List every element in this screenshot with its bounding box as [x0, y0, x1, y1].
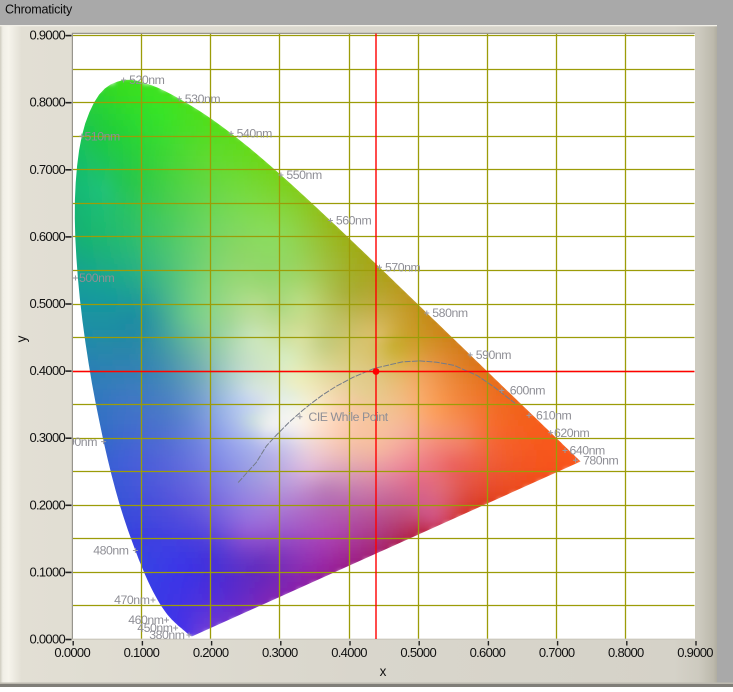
svg-text:0.2000: 0.2000 — [193, 645, 229, 660]
svg-text:580nm: 580nm — [432, 306, 468, 320]
svg-text:0.7000: 0.7000 — [29, 162, 65, 177]
svg-text:0.3000: 0.3000 — [262, 645, 298, 660]
svg-text:Chromaticity: Chromaticity — [5, 3, 73, 17]
svg-text:0.7000: 0.7000 — [539, 645, 575, 660]
svg-text:0.5000: 0.5000 — [29, 296, 65, 311]
svg-text:480nm: 480nm — [93, 544, 129, 558]
svg-text:520nm: 520nm — [129, 73, 165, 87]
svg-text:0.6000: 0.6000 — [470, 645, 506, 660]
svg-text:0.3000: 0.3000 — [29, 430, 65, 445]
svg-text:570nm: 570nm — [385, 261, 421, 275]
svg-text:510nm: 510nm — [85, 129, 121, 143]
svg-text:y: y — [14, 335, 29, 342]
svg-text:540nm: 540nm — [237, 127, 273, 141]
svg-text:530nm: 530nm — [185, 92, 221, 106]
svg-text:780nm: 780nm — [583, 454, 619, 468]
svg-text:0.8000: 0.8000 — [608, 645, 644, 660]
svg-text:590nm: 590nm — [476, 348, 512, 362]
svg-text:x: x — [380, 664, 387, 679]
svg-text:0.4000: 0.4000 — [331, 645, 367, 660]
svg-text:0.8000: 0.8000 — [29, 95, 65, 110]
svg-text:560nm: 560nm — [336, 214, 372, 228]
svg-text:600nm: 600nm — [510, 384, 546, 398]
svg-text:0.0000: 0.0000 — [54, 645, 90, 660]
svg-text:0.1000: 0.1000 — [29, 564, 65, 579]
svg-text:500nm: 500nm — [79, 271, 115, 285]
svg-text:550nm: 550nm — [286, 168, 322, 182]
svg-text:0.9000: 0.9000 — [29, 28, 65, 43]
svg-text:0.1000: 0.1000 — [124, 645, 160, 660]
svg-text:CIE While Point: CIE While Point — [308, 410, 388, 424]
svg-text:0.9000: 0.9000 — [677, 645, 713, 660]
svg-text:610nm: 610nm — [536, 409, 572, 423]
svg-text:620nm: 620nm — [554, 426, 590, 440]
svg-text:0.2000: 0.2000 — [29, 497, 65, 512]
svg-text:470nm: 470nm — [114, 593, 150, 607]
svg-text:0.5000: 0.5000 — [400, 645, 436, 660]
svg-text:0.4000: 0.4000 — [29, 363, 65, 378]
svg-text:0.0000: 0.0000 — [29, 632, 65, 647]
svg-text:0.6000: 0.6000 — [29, 229, 65, 244]
